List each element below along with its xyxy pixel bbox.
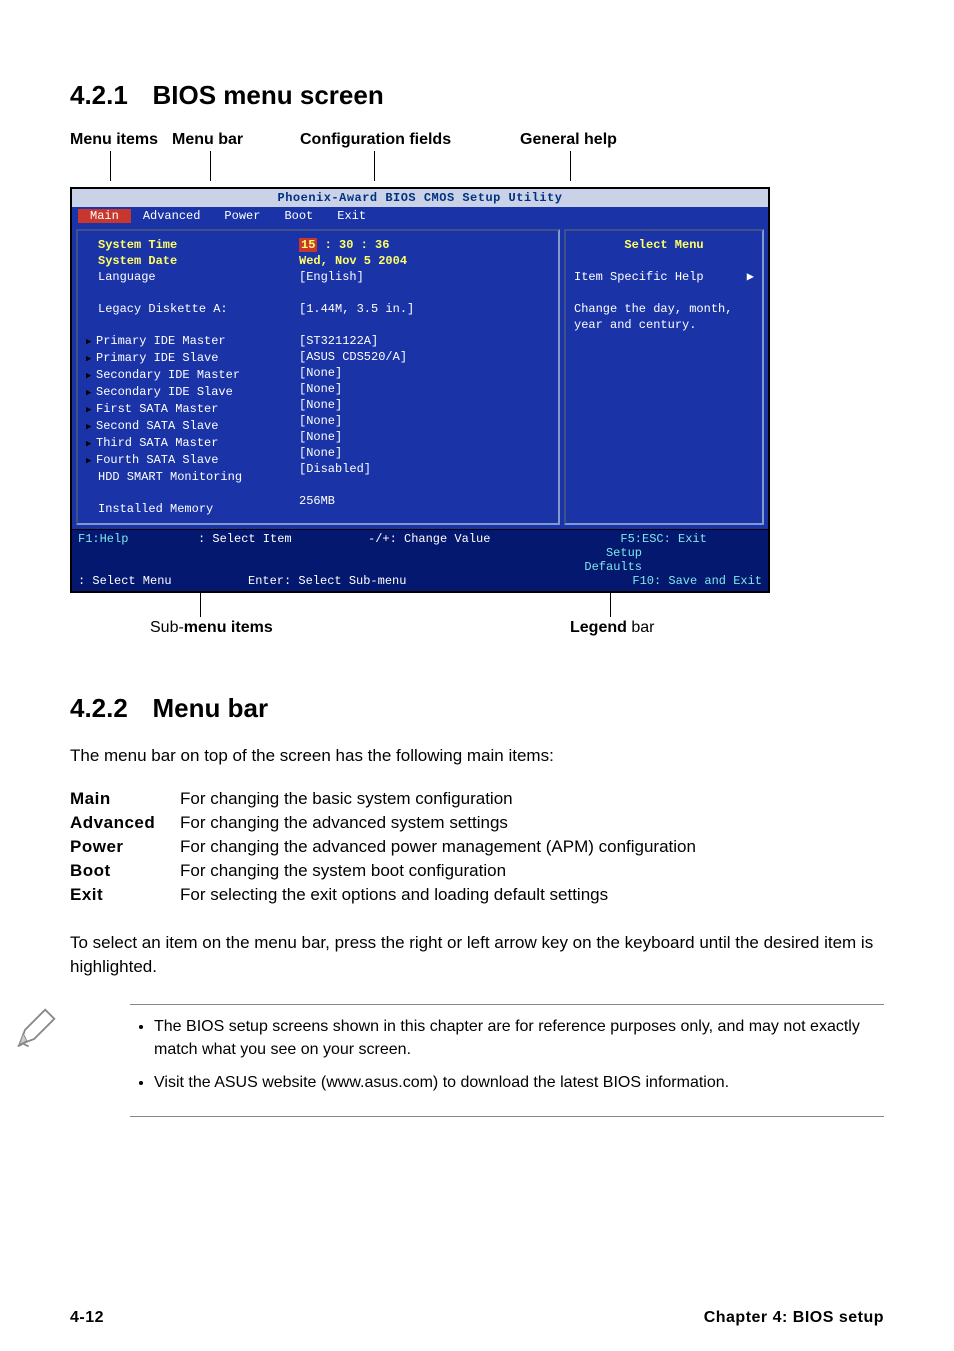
annot-config-fields: Configuration fields [300,131,451,149]
bios-row-value [299,477,550,493]
bios-row-label[interactable]: System Date [98,253,293,269]
bios-row-label [98,317,293,333]
help-title: Select Menu [574,237,754,253]
bios-row-label[interactable]: Fourth SATA Slave [98,452,293,469]
bios-screen: Phoenix-Award BIOS CMOS Setup Utility Ma… [70,187,770,593]
legend-key: : Select Menu [78,574,248,588]
legend-key: F1:Help [78,532,198,574]
definition-row: ExitFor selecting the exit options and l… [70,883,696,907]
annot-general-help: General help [520,131,617,149]
definition-value: For changing the advanced system setting… [180,811,696,835]
bios-row-label [98,285,293,301]
legend-key: F10: Save and Exit [463,574,762,588]
bios-row-label[interactable]: Second SATA Slave [98,418,293,435]
definition-key: Advanced [70,811,180,835]
bios-row-value: [ST321122A] [299,333,550,349]
tab-power[interactable]: Power [212,209,272,223]
bios-menu-bar: Main Advanced Power Boot Exit [72,207,768,225]
definition-value: For selecting the exit options and loadi… [180,883,696,907]
bios-row-value: 15 : 30 : 36 [299,237,550,253]
definition-key: Exit [70,883,180,907]
annotation-bottom: Sub-menu items Legend bar [70,593,884,643]
bios-row-label[interactable]: Installed Memory [98,501,293,517]
bios-row-value: [1.44M, 3.5 in.] [299,301,550,317]
bios-main-panel: System TimeSystem DateLanguage Legacy Di… [76,229,560,525]
select-instructions: To select an item on the menu bar, press… [70,931,884,980]
definition-row: MainFor changing the basic system config… [70,787,696,811]
definition-key: Boot [70,859,180,883]
bios-row-value: [None] [299,381,550,397]
bios-row-label [98,485,293,501]
bios-row-label[interactable]: HDD SMART Monitoring [98,469,293,485]
legend-key: Enter: Select Sub-menu [248,574,463,588]
annot-legend-bar: Legend bar [570,619,654,637]
bios-row-label[interactable]: Third SATA Master [98,435,293,452]
definition-key: Power [70,835,180,859]
bios-row-value: [English] [299,269,550,285]
tab-exit[interactable]: Exit [325,209,378,223]
definition-row: PowerFor changing the advanced power man… [70,835,696,859]
definition-row: AdvancedFor changing the advanced system… [70,811,696,835]
page-footer: 4-12 Chapter 4: BIOS setup [0,1309,954,1327]
annot-menu-bar: Menu bar [172,131,243,149]
chapter-title: Chapter 4: BIOS setup [704,1309,884,1327]
section-number-2: 4.2.2 [70,693,128,724]
bios-values-column: 15 : 30 : 36Wed, Nov 5 2004 [English] [1… [299,237,550,517]
bios-row-value: [None] [299,445,550,461]
menubar-intro: The menu bar on top of the screen has th… [70,744,884,769]
note-box: The BIOS setup screens shown in this cha… [130,1004,884,1118]
help-subtitle: Item Specific Help▶ [574,269,754,285]
bios-row-value: [Disabled] [299,461,550,477]
annot-sub-menu-items: Sub-menu items [150,619,273,637]
bios-help-panel: Select Menu Item Specific Help▶ Change t… [564,229,764,525]
bios-row-label[interactable]: Secondary IDE Master [98,367,293,384]
bios-legend-bar: F1:Help: Select Item-/+: Change ValueF5:… [72,529,768,591]
bios-row-label[interactable]: System Time [98,237,293,253]
bios-row-value [299,317,550,333]
annot-menu-items: Menu items [70,131,158,149]
bios-row-value: [ASUS CDS520/A] [299,349,550,365]
tab-boot[interactable]: Boot [272,209,325,223]
bios-row-label[interactable]: Legacy Diskette A: [98,301,293,317]
section-title-2: Menu bar [153,693,269,724]
bios-row-value: [None] [299,397,550,413]
note-item: The BIOS setup screens shown in this cha… [154,1015,884,1061]
legend-key: : Select Item [198,532,368,574]
pencil-icon [14,1006,58,1050]
bios-row-label[interactable]: Language [98,269,293,285]
definition-value: For changing the system boot configurati… [180,859,696,883]
bios-row-value: [None] [299,413,550,429]
section-title-1: BIOS menu screen [153,80,384,111]
note-item: Visit the ASUS website (www.asus.com) to… [154,1071,884,1094]
section-number-1: 4.2.1 [70,80,128,111]
tab-main[interactable]: Main [78,209,131,223]
definition-value: For changing the basic system configurat… [180,787,696,811]
bios-row-value: Wed, Nov 5 2004 [299,253,550,269]
annotation-top: Menu items Menu bar Configuration fields… [70,131,884,187]
legend-key: F5: Setup Defaults [583,532,642,574]
definition-value: For changing the advanced power manageme… [180,835,696,859]
bios-row-value: 256MB [299,493,550,509]
bios-row-label[interactable]: Primary IDE Slave [98,350,293,367]
bios-row-value: [None] [299,429,550,445]
page-number: 4-12 [70,1309,104,1327]
bios-title: Phoenix-Award BIOS CMOS Setup Utility [72,189,768,207]
bios-row-label[interactable]: Primary IDE Master [98,333,293,350]
bios-row-label[interactable]: First SATA Master [98,401,293,418]
bios-labels-column: System TimeSystem DateLanguage Legacy Di… [86,237,293,517]
legend-key: -/+: Change Value [368,532,583,574]
section-heading-2: 4.2.2 Menu bar [70,693,884,724]
menubar-definitions: MainFor changing the basic system config… [70,787,696,907]
tab-advanced[interactable]: Advanced [131,209,213,223]
bios-row-value: [None] [299,365,550,381]
legend-key: ESC: Exit [642,532,762,574]
bios-row-label[interactable]: Secondary IDE Slave [98,384,293,401]
definition-row: BootFor changing the system boot configu… [70,859,696,883]
bios-row-value [299,285,550,301]
section-heading-1: 4.2.1 BIOS menu screen [70,80,884,111]
definition-key: Main [70,787,180,811]
help-text: Change the day, month, year and century. [574,301,754,333]
